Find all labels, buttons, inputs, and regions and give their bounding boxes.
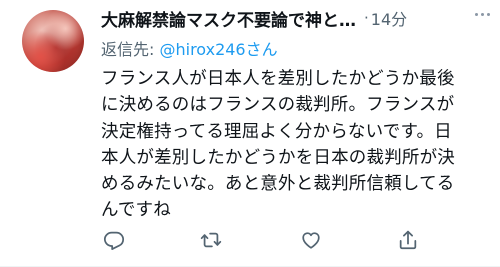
reply-mention-suffix: さん bbox=[245, 40, 278, 59]
like-button[interactable] bbox=[296, 225, 326, 255]
reply-icon bbox=[103, 231, 125, 250]
retweet-icon bbox=[200, 232, 222, 248]
share-button[interactable] bbox=[393, 225, 423, 255]
more-dot bbox=[475, 12, 478, 16]
tweet-text-line: んですね bbox=[101, 200, 171, 221]
timestamp[interactable]: 14分 bbox=[371, 6, 407, 30]
separator: · bbox=[364, 9, 369, 27]
more-options-icon[interactable] bbox=[475, 2, 490, 26]
avatar-image bbox=[22, 10, 84, 72]
tweet-text-line: めるみたいな。あと意外と裁判所信頼してる bbox=[101, 174, 455, 195]
retweet-button[interactable] bbox=[196, 225, 226, 255]
reply-mention-link[interactable]: @hirox246 bbox=[159, 40, 245, 59]
tweet-text-line: に決めるのはフランスの裁判所。フランスが bbox=[101, 95, 455, 116]
share-icon bbox=[399, 230, 417, 250]
reply-prefix: 返信先: bbox=[101, 40, 160, 59]
tweet-text-line: フランス人が日本人を差別したかどうか最後 bbox=[101, 69, 455, 89]
tweet[interactable]: 大麻解禁論マスク不要論で神と… · 14分 返信先: @hirox246さん フ… bbox=[0, 0, 500, 267]
avatar[interactable] bbox=[22, 10, 84, 72]
author-name[interactable]: 大麻解禁論マスク不要論で神と… bbox=[101, 6, 356, 31]
tweet-text-line: 本人が差別したかどうかを日本の裁判所が決 bbox=[101, 147, 455, 168]
tweet-text: フランス人が日本人を差別したかどうか最後 に決めるのはフランスの裁判所。フランス… bbox=[101, 66, 494, 224]
more-dot bbox=[481, 12, 484, 16]
reply-button[interactable] bbox=[99, 225, 129, 255]
tweet-actions bbox=[101, 225, 496, 255]
tweet-text-line: 決定権持ってる理屈よく分からないです。日 bbox=[101, 121, 452, 142]
more-dot bbox=[487, 12, 490, 16]
tweet-header: 大麻解禁論マスク不要論で神と… · 14分 bbox=[101, 4, 491, 32]
like-icon bbox=[302, 232, 320, 249]
reply-context: 返信先: @hirox246さん bbox=[101, 36, 278, 60]
